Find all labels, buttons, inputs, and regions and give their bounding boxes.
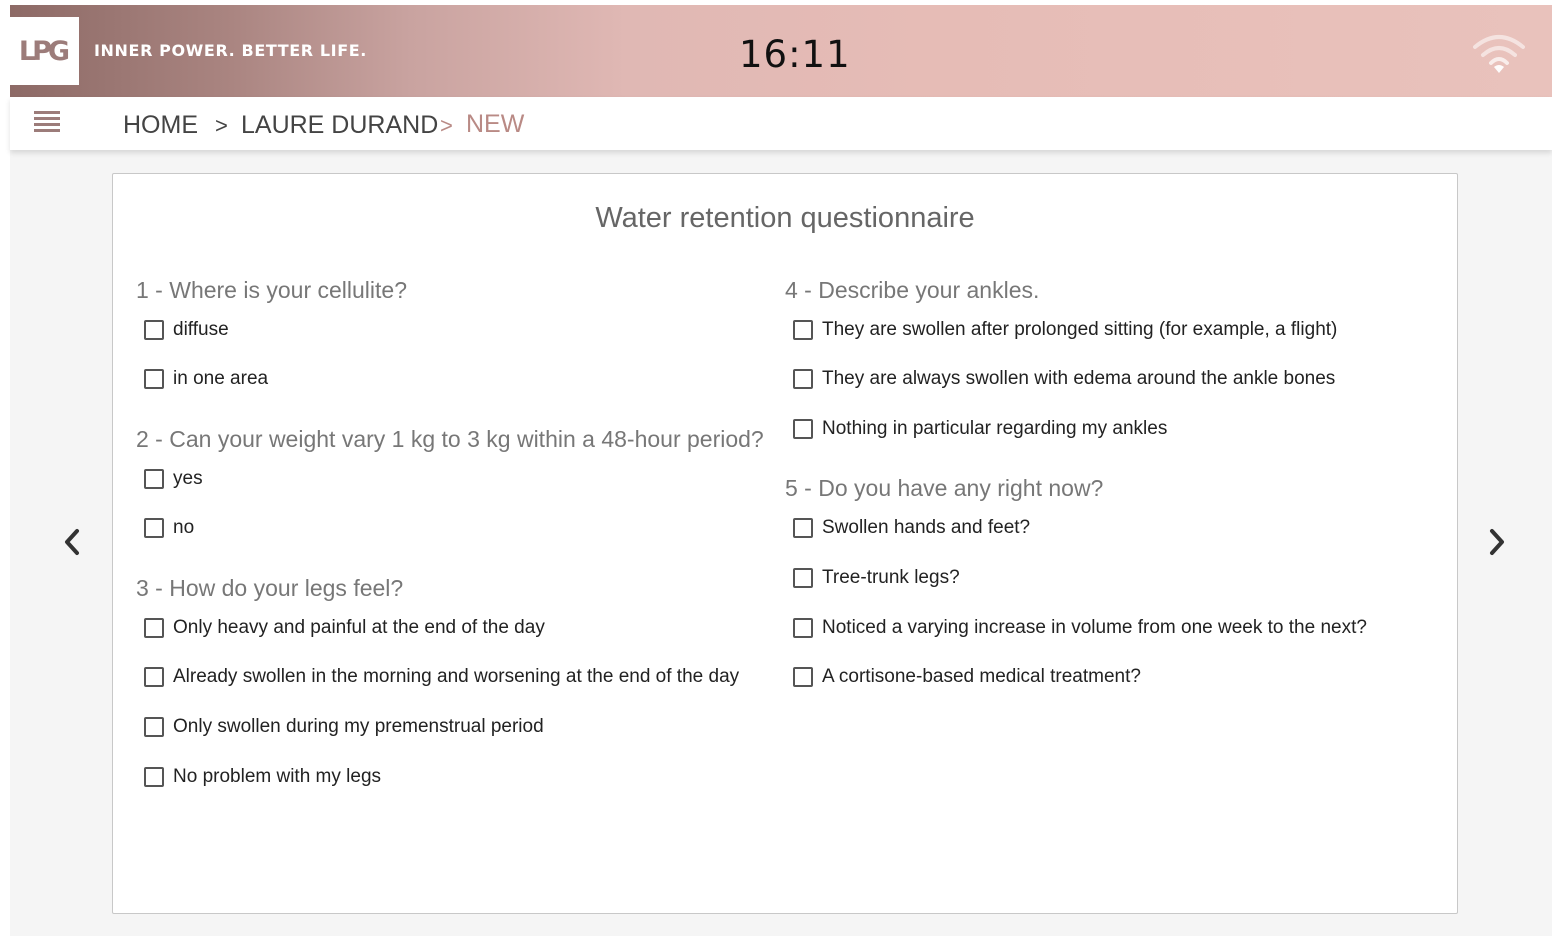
brand-tagline: INNER POWER. BETTER LIFE. (94, 41, 367, 60)
option-label: in one area (173, 368, 269, 389)
q3-option-already-swollen[interactable]: Already swollen in the morning and worse… (144, 666, 739, 688)
q4-option-nothing-particular[interactable]: Nothing in particular regarding my ankle… (793, 418, 1167, 440)
option-label: A cortisone-based medical treatment? (822, 666, 1141, 687)
option-label: Nothing in particular regarding my ankle… (822, 418, 1168, 439)
checkbox[interactable] (793, 518, 813, 538)
wifi-icon (1473, 35, 1525, 73)
checkbox[interactable] (793, 320, 813, 340)
q5-option-cortisone-treatment[interactable]: A cortisone-based medical treatment? (793, 666, 1141, 688)
q5-option-volume-increase[interactable]: Noticed a varying increase in volume fro… (793, 617, 1367, 639)
option-label: no (173, 517, 195, 538)
option-label: diffuse (173, 319, 229, 340)
q1-option-diffuse[interactable]: diffuse (144, 319, 229, 341)
question-4-title: 4 - Describe your ankles. (785, 277, 1040, 303)
q4-option-swollen-after-sitting[interactable]: They are swollen after prolonged sitting… (793, 319, 1337, 341)
checkbox[interactable] (144, 667, 164, 687)
checkbox[interactable] (793, 667, 813, 687)
header-bar: LPG INNER POWER. BETTER LIFE. 16:11 (10, 5, 1552, 97)
hamburger-menu-icon[interactable] (34, 111, 60, 137)
breadcrumb-home[interactable]: HOME (123, 111, 198, 140)
q3-option-no-problem[interactable]: No problem with my legs (144, 766, 381, 788)
option-label: Noticed a varying increase in volume fro… (822, 617, 1367, 638)
breadcrumb-separator: > (440, 113, 453, 138)
question-1-title: 1 - Where is your cellulite? (136, 277, 407, 303)
breadcrumb-current: NEW (466, 110, 525, 138)
option-label: They are always swollen with edema aroun… (822, 368, 1336, 389)
chevron-right-icon (1490, 529, 1504, 555)
previous-page-button[interactable] (52, 520, 92, 564)
checkbox[interactable] (144, 618, 164, 638)
option-label: No problem with my legs (173, 766, 382, 787)
option-label: Already swollen in the morning and worse… (173, 666, 740, 687)
checkbox[interactable] (144, 469, 164, 489)
q3-option-premenstrual[interactable]: Only swollen during my premenstrual peri… (144, 716, 544, 738)
questionnaire-title: Water retention questionnaire (595, 202, 975, 234)
option-label: yes (173, 468, 203, 489)
option-label: Only swollen during my premenstrual peri… (173, 716, 544, 737)
next-page-button[interactable] (1477, 520, 1517, 564)
clock-time: 16:11 (739, 33, 851, 76)
q2-option-no[interactable]: no (144, 517, 194, 539)
chevron-left-icon (65, 529, 79, 555)
breadcrumb-bar: HOME > LAURE DURAND > NEW (10, 97, 1552, 150)
checkbox[interactable] (144, 320, 164, 340)
checkbox[interactable] (793, 419, 813, 439)
breadcrumb-separator: > (215, 113, 228, 138)
checkbox[interactable] (144, 369, 164, 389)
question-3-title: 3 - How do your legs feel? (136, 575, 404, 601)
logo-text: LPG (18, 35, 70, 67)
brand-logo: LPG (10, 17, 79, 85)
question-2-title: 2 - Can your weight vary 1 kg to 3 kg wi… (136, 426, 764, 452)
question-5-title: 5 - Do you have any right now? (785, 475, 1104, 501)
q4-option-always-swollen[interactable]: They are always swollen with edema aroun… (793, 368, 1335, 390)
checkbox[interactable] (144, 518, 164, 538)
checkbox[interactable] (144, 767, 164, 787)
checkbox[interactable] (793, 568, 813, 588)
option-label: Tree-trunk legs? (822, 567, 960, 588)
checkbox[interactable] (144, 717, 164, 737)
breadcrumb-client[interactable]: LAURE DURAND (241, 111, 438, 140)
q1-option-one-area[interactable]: in one area (144, 368, 268, 390)
q3-option-heavy-painful[interactable]: Only heavy and painful at the end of the… (144, 617, 545, 639)
questionnaire-card: Water retention questionnaire 1 - Where … (112, 173, 1458, 914)
checkbox[interactable] (793, 369, 813, 389)
q2-option-yes[interactable]: yes (144, 468, 203, 490)
option-label: Only heavy and painful at the end of the… (173, 617, 545, 638)
q5-option-swollen-hands-feet[interactable]: Swollen hands and feet? (793, 517, 1030, 539)
option-label: They are swollen after prolonged sitting… (822, 319, 1338, 340)
option-label: Swollen hands and feet? (822, 517, 1031, 538)
checkbox[interactable] (793, 618, 813, 638)
q5-option-tree-trunk-legs[interactable]: Tree-trunk legs? (793, 567, 960, 589)
